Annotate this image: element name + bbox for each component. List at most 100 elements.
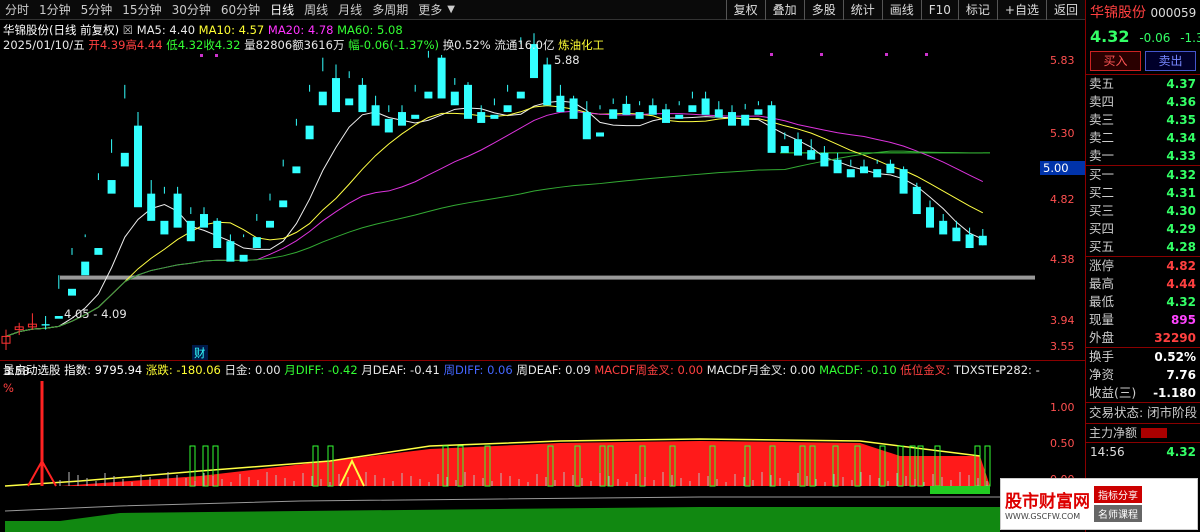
sell-button[interactable]: 卖出 xyxy=(1145,51,1196,71)
bid-row[interactable]: 买一 4.32 xyxy=(1086,166,1200,184)
tab-daily[interactable]: 日线 xyxy=(265,1,299,18)
tab-30min[interactable]: 30分钟 xyxy=(167,1,216,18)
watermark-url: WWW.GSCFW.COM xyxy=(1005,512,1081,521)
macdf-value: MACDF: -0.10 xyxy=(819,363,897,377)
close-label: 收4.32 xyxy=(203,38,241,52)
tab-1min[interactable]: 1分钟 xyxy=(34,1,76,18)
panel-stock-code: 000059 xyxy=(1150,6,1197,20)
candle-body xyxy=(252,237,261,249)
candle-body xyxy=(965,234,974,249)
buy-button[interactable]: 买入 xyxy=(1090,51,1141,71)
add-watchlist-button[interactable]: +自选 xyxy=(996,0,1046,20)
tab-60min[interactable]: 60分钟 xyxy=(216,1,265,18)
panel-change: -0.06 xyxy=(1139,31,1171,45)
f10-button[interactable]: F10 xyxy=(920,0,958,20)
tab-fenshi[interactable]: 分时 xyxy=(0,1,34,18)
macdf-zhou-value: MACDF周金叉: 0.00 xyxy=(594,363,704,377)
candle-body xyxy=(833,159,842,174)
stats-button[interactable]: 统计 xyxy=(842,0,882,20)
float-label: 流通16.0亿 xyxy=(494,38,555,52)
candle-body xyxy=(54,316,63,319)
candle-body xyxy=(596,132,604,137)
indicator-canvas xyxy=(4,381,1000,532)
indicator-chart[interactable]: 量启动选股 指数: 9795.94 涨跌: -180.06 日金: 0.00 月… xyxy=(0,360,1085,532)
candle-body xyxy=(622,103,631,115)
candle-body xyxy=(899,169,908,194)
tick-time: 14:56 xyxy=(1090,445,1125,459)
yue-diff-value: 月DIFF: -0.42 xyxy=(284,363,358,377)
candle-body xyxy=(543,64,552,106)
tab-more[interactable]: 更多 xyxy=(413,1,447,18)
ask-row[interactable]: 卖四 4.36 xyxy=(1086,93,1200,111)
candle-body xyxy=(266,220,274,228)
bid-row[interactable]: 买五 4.28 xyxy=(1086,238,1200,256)
tab-weekly[interactable]: 周线 xyxy=(299,1,333,18)
y-tick: 4.82 xyxy=(1050,193,1075,206)
ask-row[interactable]: 卖五 4.37 xyxy=(1086,75,1200,93)
candle-body xyxy=(160,220,169,235)
candle-body xyxy=(609,109,618,119)
candle-body xyxy=(332,78,340,113)
stock-name-label: 华锦股份 xyxy=(3,23,49,37)
signal-dot xyxy=(820,53,823,56)
ma10-label: MA10: 4.57 xyxy=(198,23,265,37)
macdf-yue-value: MACDF月金叉: 0.00 xyxy=(706,363,816,377)
candle-body xyxy=(398,112,406,126)
candle-body xyxy=(662,109,670,123)
tab-15min[interactable]: 15分钟 xyxy=(117,1,166,18)
tab-monthly[interactable]: 月线 xyxy=(333,1,367,18)
yue-deaf-value: 月DEAF: -0.41 xyxy=(361,363,440,377)
index-value: 指数: 9795.94 xyxy=(64,363,143,377)
y-tick: 5.83 xyxy=(1050,54,1075,67)
signal-dot xyxy=(885,53,888,56)
candle-body xyxy=(477,112,486,123)
indicator-name[interactable]: 量启动选股 xyxy=(3,363,61,377)
bid-row[interactable]: 买四 4.29 xyxy=(1086,220,1200,238)
high-marker-label: 5.88 xyxy=(554,53,580,67)
candle-body xyxy=(450,91,459,106)
close-icon[interactable]: ☒ xyxy=(123,23,133,37)
ma20-line xyxy=(5,110,984,337)
candle-body xyxy=(147,193,156,221)
stats2-list: 换手 0.52% 净资 7.76 收益(三) -1.180 xyxy=(1086,347,1200,402)
signal-dot xyxy=(200,54,203,57)
stats-list: 涨停 4.82 最高 4.44 最低 4.32 现量 895 外盘 32290 xyxy=(1086,256,1200,347)
tab-5min[interactable]: 5分钟 xyxy=(76,1,118,18)
trade-state: 交易状态: 闭市阶段 xyxy=(1089,405,1198,420)
ask-row[interactable]: 卖二 4.34 xyxy=(1086,129,1200,147)
candle-body xyxy=(635,112,644,119)
bid-row[interactable]: 买二 4.31 xyxy=(1086,184,1200,202)
candle-body xyxy=(556,95,565,113)
candle-body xyxy=(384,118,393,133)
back-button[interactable]: 返回 xyxy=(1045,0,1085,20)
diwei-value: 低位金叉: xyxy=(900,363,951,377)
candle-body xyxy=(912,186,921,215)
candle-body xyxy=(741,114,750,126)
bid-row[interactable]: 买三 4.30 xyxy=(1086,202,1200,220)
candle-body xyxy=(81,261,90,276)
ask-row[interactable]: 卖三 4.35 xyxy=(1086,111,1200,129)
ma-legend: 华锦股份(日线 前复权) ☒ MA5: 4.40 MA10: 4.57 MA20… xyxy=(3,22,403,38)
tab-multi-period[interactable]: 多周期 xyxy=(367,1,413,18)
watermark-tag-share: 指标分享 xyxy=(1094,486,1142,503)
ask-row[interactable]: 卖一 4.33 xyxy=(1086,147,1200,165)
candle-body xyxy=(846,169,855,178)
y-tick: 4.38 xyxy=(1050,253,1075,266)
multi-stock-button[interactable]: 多股 xyxy=(803,0,843,20)
ma60-line xyxy=(5,150,983,337)
tdx-value: TDXSTEP282: - xyxy=(953,363,1040,377)
chevron-down-icon[interactable]: ▼ xyxy=(447,4,461,15)
ma20-label: MA20: 4.78 xyxy=(267,23,334,37)
candle-body xyxy=(200,214,208,228)
stat-row: 最高 4.44 xyxy=(1089,276,1196,291)
candlestick-chart[interactable]: 华锦股份(日线 前复权) ☒ MA5: 4.40 MA10: 4.57 MA20… xyxy=(0,20,1085,378)
fuquan-button[interactable]: 复权 xyxy=(725,0,765,20)
mark-button[interactable]: 标记 xyxy=(957,0,997,20)
draw-line-button[interactable]: 画线 xyxy=(881,0,921,20)
candle-body xyxy=(94,248,103,255)
finance-marker[interactable]: 财 xyxy=(192,345,208,361)
price-tag: 5.00 xyxy=(1040,161,1085,175)
indicator-legend: 量启动选股 指数: 9795.94 涨跌: -180.06 日金: 0.00 月… xyxy=(3,362,1040,378)
watermark-logo: 股市财富网 WWW.GSCFW.COM 指标分享 名师课程 xyxy=(1000,478,1198,530)
overlay-button[interactable]: 叠加 xyxy=(764,0,804,20)
